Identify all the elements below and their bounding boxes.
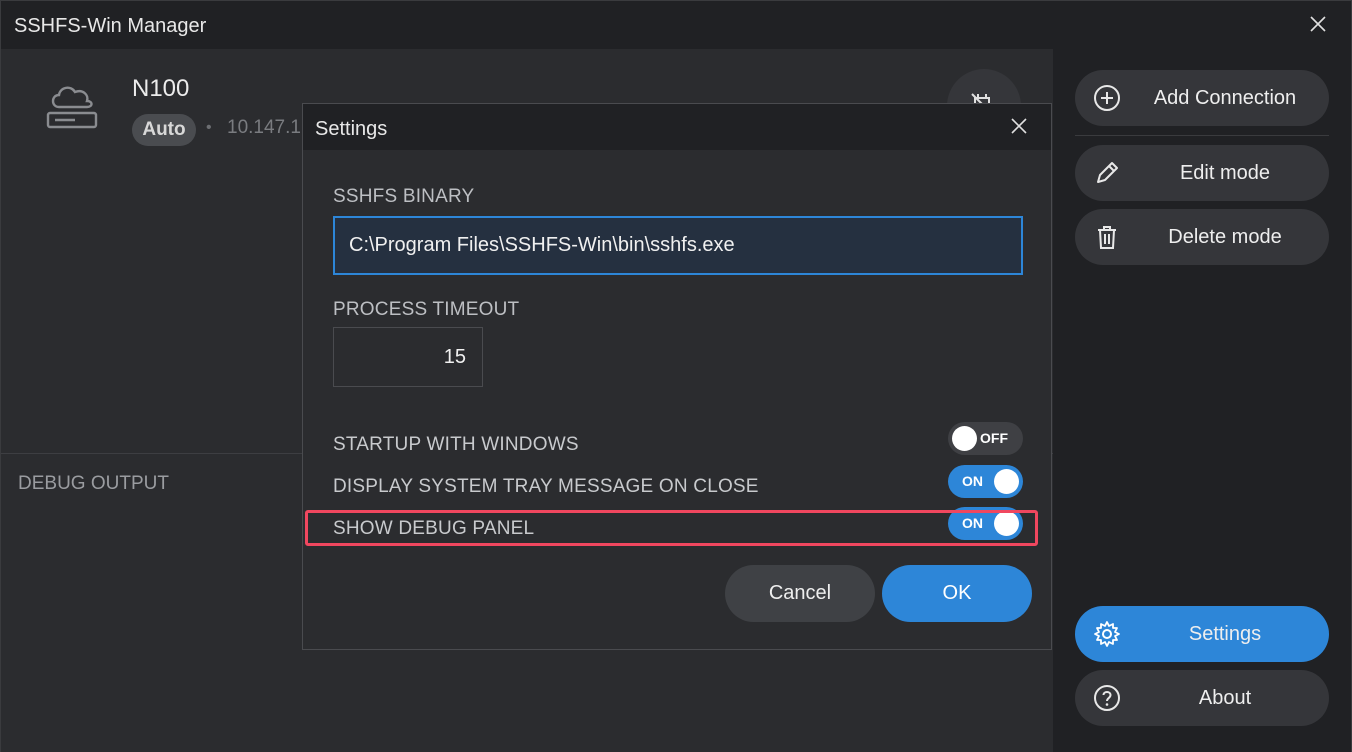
sidebar-divider xyxy=(1075,135,1329,136)
close-icon xyxy=(1011,118,1027,134)
sidebar: Add Connection Edit mode Delete mode Set… xyxy=(1053,49,1351,752)
process-timeout-label: PROCESS TIMEOUT xyxy=(333,299,520,320)
startup-with-windows-label: STARTUP WITH WINDOWS xyxy=(333,434,579,455)
highlight-box xyxy=(305,510,1038,546)
gear-icon xyxy=(1093,620,1121,648)
edit-mode-label: Edit mode xyxy=(1179,162,1271,184)
window-close-button[interactable] xyxy=(1303,9,1333,39)
close-icon xyxy=(1310,16,1326,32)
title-bar: SSHFS-Win Manager xyxy=(1,1,1351,49)
add-connection-button[interactable]: Add Connection xyxy=(1075,70,1329,126)
process-timeout-input[interactable]: 15 xyxy=(333,327,483,387)
edit-mode-button[interactable]: Edit mode xyxy=(1075,145,1329,201)
toggle-knob xyxy=(952,426,977,451)
settings-button[interactable]: Settings xyxy=(1075,606,1329,662)
ok-button[interactable]: OK xyxy=(882,565,1032,622)
system-tray-message-toggle[interactable]: ON xyxy=(948,465,1023,498)
debug-output-label: DEBUG OUTPUT xyxy=(18,473,169,494)
settings-dialog: Settings SSHFS BINARY C:\Program Files\S… xyxy=(302,103,1052,650)
toggle-state: ON xyxy=(962,473,983,489)
plus-circle-icon xyxy=(1093,84,1121,112)
add-connection-label: Add Connection xyxy=(1153,87,1297,109)
trash-icon xyxy=(1093,223,1121,251)
dialog-title: Settings xyxy=(315,118,388,140)
toggle-knob xyxy=(994,469,1019,494)
pencil-icon xyxy=(1093,159,1121,187)
app-window: SSHFS-Win Manager N100 Auto • 10.147.1 D… xyxy=(0,0,1352,752)
dialog-header: Settings xyxy=(303,104,1051,150)
separator-dot: • xyxy=(206,119,212,136)
delete-mode-button[interactable]: Delete mode xyxy=(1075,209,1329,265)
toggle-state: OFF xyxy=(980,430,1008,446)
about-button[interactable]: About xyxy=(1075,670,1329,726)
startup-with-windows-toggle[interactable]: OFF xyxy=(948,422,1023,455)
settings-label: Settings xyxy=(1188,623,1262,645)
delete-mode-label: Delete mode xyxy=(1168,226,1282,248)
question-circle-icon xyxy=(1093,684,1121,712)
cloud-server-icon xyxy=(45,81,99,136)
mode-badge: Auto xyxy=(132,114,196,146)
connection-name: N100 xyxy=(132,75,190,102)
sshfs-binary-input[interactable]: C:\Program Files\SSHFS-Win\bin\sshfs.exe xyxy=(333,216,1023,275)
dialog-close-button[interactable] xyxy=(1003,110,1035,142)
cancel-button[interactable]: Cancel xyxy=(725,565,875,622)
about-label: About xyxy=(1198,687,1252,709)
window-title: SSHFS-Win Manager xyxy=(14,15,207,37)
sshfs-binary-label: SSHFS BINARY xyxy=(333,186,475,207)
system-tray-message-label: DISPLAY SYSTEM TRAY MESSAGE ON CLOSE xyxy=(333,476,759,497)
connection-ip: 10.147.1 xyxy=(227,117,301,138)
